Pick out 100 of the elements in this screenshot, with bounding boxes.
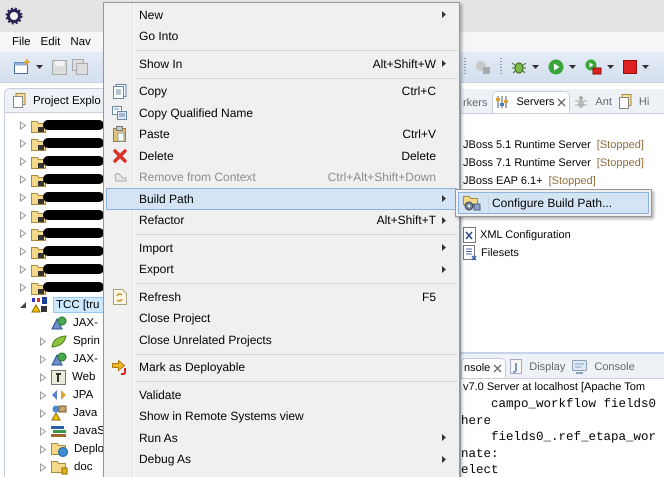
dropdown-caret-icon[interactable] bbox=[36, 65, 43, 69]
dropdown-caret-icon[interactable] bbox=[642, 65, 649, 69]
menu-item[interactable]: Copy Ctrl+C bbox=[106, 80, 457, 102]
collapsed-arrow-icon[interactable] bbox=[19, 174, 27, 184]
menu-item[interactable]: Go Into bbox=[106, 26, 457, 47]
menu-item[interactable]: Run As bbox=[106, 427, 457, 448]
console-line: here bbox=[461, 412, 492, 429]
console-line: elect bbox=[461, 462, 500, 477]
menu-item[interactable]: Refactor Alt+Shift+T bbox=[106, 210, 457, 231]
menu-item[interactable]: Paste Ctrl+V bbox=[106, 124, 457, 145]
menu-bar-item[interactable]: File bbox=[12, 36, 31, 48]
tree-item[interactable]: Java bbox=[71, 406, 100, 420]
server-name: JBoss 5.1 Runtime Server bbox=[463, 139, 591, 151]
tree-item[interactable]: JAX- bbox=[71, 316, 100, 330]
server-name: JBoss EAP 6.1+ bbox=[463, 175, 543, 187]
menu-item[interactable]: Export bbox=[106, 258, 457, 280]
view-tab[interactable]: nsole bbox=[461, 358, 506, 378]
view-tab[interactable]: Hi bbox=[616, 91, 652, 113]
tree-item[interactable]: JAX- bbox=[71, 352, 100, 366]
dropdown-caret-icon[interactable] bbox=[569, 65, 576, 69]
collapsed-arrow-icon[interactable] bbox=[39, 372, 47, 382]
document-icon bbox=[13, 93, 26, 108]
tree-item[interactable]: Sprin bbox=[71, 334, 102, 348]
view-tab[interactable]: Servers bbox=[492, 91, 570, 113]
tree-item[interactable]: Web bbox=[70, 370, 98, 384]
collapsed-arrow-icon[interactable] bbox=[19, 210, 27, 220]
menu-item[interactable]: Show in Remote Systems view bbox=[106, 406, 457, 427]
collapsed-arrow-icon[interactable] bbox=[19, 228, 27, 238]
menu-item[interactable]: Delete Delete bbox=[106, 145, 457, 166]
server-name: JBoss 7.1 Runtime Server bbox=[463, 157, 591, 169]
menu-item[interactable]: Copy Qualified Name bbox=[106, 102, 457, 124]
menu-bar-item[interactable]: Edit bbox=[40, 36, 60, 48]
menu-item[interactable]: Import bbox=[106, 237, 457, 258]
arrow-icon bbox=[112, 360, 128, 375]
save-icon[interactable] bbox=[52, 60, 67, 74]
redaction-bar bbox=[43, 228, 104, 238]
server-status: [Stopped] bbox=[596, 139, 644, 151]
collapsed-arrow-icon[interactable] bbox=[19, 120, 27, 130]
sliders-icon bbox=[495, 95, 510, 109]
menu-item[interactable]: Configure Build Path... bbox=[458, 192, 649, 214]
redaction-bar bbox=[43, 246, 104, 256]
dropdown-caret-icon[interactable] bbox=[532, 65, 539, 69]
stop-icon[interactable] bbox=[623, 60, 637, 74]
new-icon[interactable] bbox=[14, 59, 31, 75]
collapsed-arrow-icon[interactable] bbox=[39, 390, 47, 400]
globe-icon bbox=[51, 352, 67, 366]
page-icon bbox=[510, 359, 522, 374]
collapsed-arrow-icon[interactable] bbox=[19, 282, 27, 292]
collapsed-arrow-icon[interactable] bbox=[19, 156, 27, 166]
server-resource: Filesets bbox=[481, 247, 519, 259]
redaction-bar bbox=[43, 264, 104, 274]
close-icon[interactable] bbox=[493, 364, 502, 372]
collapsed-arrow-icon[interactable] bbox=[39, 354, 47, 364]
menu-item[interactable]: Build Path bbox=[106, 188, 457, 210]
view-tab[interactable]: Ant bbox=[572, 92, 615, 113]
redaction-bar bbox=[43, 120, 104, 130]
collapsed-arrow-icon[interactable] bbox=[39, 408, 47, 418]
leaf-icon bbox=[51, 334, 67, 348]
redaction-bar bbox=[43, 192, 104, 202]
collapsed-arrow-icon[interactable] bbox=[19, 264, 27, 274]
expanded-arrow-icon[interactable] bbox=[19, 301, 27, 309]
collapsed-arrow-icon[interactable] bbox=[39, 426, 47, 436]
console-line: nate: bbox=[461, 446, 500, 462]
delete-icon bbox=[112, 148, 126, 163]
view-tab[interactable]: Display bbox=[508, 356, 568, 378]
server-icon[interactable] bbox=[475, 60, 491, 74]
project-icon bbox=[31, 297, 49, 313]
run-tool-icon[interactable] bbox=[585, 59, 602, 75]
server-status: [Stopped] bbox=[548, 175, 596, 187]
view-tab[interactable]: rkers bbox=[461, 94, 490, 113]
console-line: campo_workflow fields0 bbox=[490, 396, 658, 412]
tree-item[interactable]: Deplo bbox=[72, 442, 106, 456]
collapsed-arrow-icon[interactable] bbox=[39, 462, 47, 472]
redaction-bar bbox=[43, 138, 104, 148]
collapsed-arrow-icon[interactable] bbox=[39, 444, 47, 454]
collapsed-arrow-icon[interactable] bbox=[19, 192, 27, 202]
arrows-icon bbox=[51, 389, 67, 401]
dropdown-caret-icon[interactable] bbox=[607, 65, 614, 69]
redaction-bar bbox=[43, 174, 104, 184]
menu-item[interactable]: Mark as Deployable bbox=[106, 356, 457, 378]
tree-item[interactable]: doc bbox=[72, 460, 95, 474]
gear-folder-icon bbox=[462, 195, 480, 211]
server-status: [Stopped] bbox=[596, 157, 644, 169]
console-header: v7.0 Server at localhost [Apache Tom bbox=[462, 380, 646, 395]
books-icon bbox=[51, 424, 67, 438]
menu-item[interactable]: Validate bbox=[106, 384, 457, 406]
collapsed-arrow-icon[interactable] bbox=[39, 336, 47, 346]
document-icon bbox=[112, 84, 126, 99]
save-all-icon[interactable] bbox=[72, 59, 88, 75]
tree-item[interactable]: JPA bbox=[71, 388, 96, 402]
collapsed-arrow-icon[interactable] bbox=[19, 246, 27, 256]
menu-item[interactable]: Debug As bbox=[106, 448, 457, 470]
menu-bar-item[interactable]: Nav bbox=[70, 36, 91, 48]
monitor-icon bbox=[572, 360, 588, 374]
refresh-icon bbox=[112, 288, 126, 305]
run-icon[interactable] bbox=[548, 59, 564, 75]
menu-item[interactable]: Close Unrelated Projects bbox=[106, 329, 457, 350]
view-tab[interactable]: Console bbox=[570, 357, 638, 378]
close-icon[interactable] bbox=[557, 98, 566, 106]
collapsed-arrow-icon[interactable] bbox=[19, 138, 27, 148]
